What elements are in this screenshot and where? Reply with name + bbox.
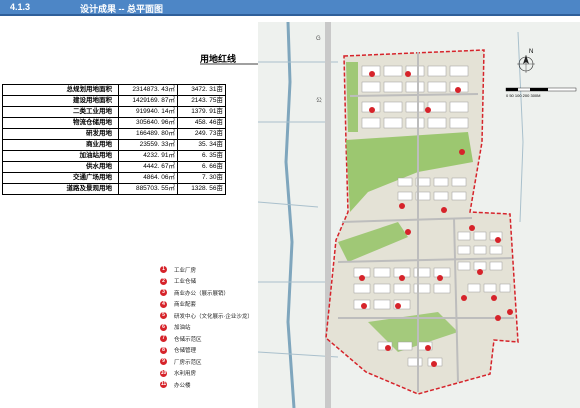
legend-label: 办公楼 xyxy=(174,382,191,389)
row-mu: 6. 66亩 xyxy=(177,161,226,173)
row-label: 商业用地 xyxy=(2,139,119,151)
scale-bar xyxy=(505,87,577,92)
legend-item: 7 仓储示范区 xyxy=(160,333,253,345)
table-row: 研发用地 166489. 80㎡ 249. 73亩 xyxy=(2,128,226,140)
scale-label: 0 50 100 200 300M xyxy=(506,93,540,98)
legend-label: 仓储管理 xyxy=(174,348,197,355)
legend-marker-icon: 10 xyxy=(160,369,167,377)
road-label-top: G xyxy=(316,36,321,42)
legend-marker-icon: 6 xyxy=(160,323,167,331)
legend-item: 4 商业配套 xyxy=(160,299,253,311)
legend-item: 11 办公楼 xyxy=(160,379,253,391)
red-line-callout: 用地红线 xyxy=(200,54,237,64)
legend-item: 1 工业厂房 xyxy=(160,264,253,276)
row-label: 二类工业用地 xyxy=(2,106,119,118)
legend-label: 水利用房 xyxy=(174,371,197,378)
legend-item: 10 水利用房 xyxy=(160,368,253,380)
row-mu: 1328. 56亩 xyxy=(177,183,226,195)
row-mu: 1379. 91亩 xyxy=(177,106,226,118)
row-label: 道路及景观用地 xyxy=(2,183,119,195)
legend-marker-icon: 3 xyxy=(160,289,167,297)
row-label: 总规划用地面积 xyxy=(2,84,119,96)
table-row: 供水用地 4442. 67㎡ 6. 66亩 xyxy=(2,161,226,173)
legend-label: 工业仓储 xyxy=(174,279,197,286)
row-mu: 35. 34亩 xyxy=(177,139,226,151)
row-label: 物流仓储用地 xyxy=(2,117,119,129)
legend-marker-icon: 2 xyxy=(160,277,167,285)
row-area: 1429169. 87㎡ xyxy=(118,95,178,107)
row-label: 研发用地 xyxy=(2,128,119,140)
legend-label: 商业配套 xyxy=(174,302,197,309)
legend-label: 工业厂房 xyxy=(174,267,197,274)
legend-item: 8 仓储管理 xyxy=(160,345,253,357)
row-mu: 2143. 75亩 xyxy=(177,95,226,107)
legend-marker-icon: 4 xyxy=(160,300,167,308)
table-row: 建设用地面积 1429169. 87㎡ 2143. 75亩 xyxy=(2,95,226,107)
legend-item: 9 厂房示范区 xyxy=(160,356,253,368)
legend-item: 2 工业仓储 xyxy=(160,276,253,288)
row-mu: 458. 46亩 xyxy=(177,117,226,129)
legend-label: 加油站 xyxy=(174,325,191,332)
header-bar: 4.1.3 设计成果 -- 总平面图 xyxy=(0,0,580,16)
row-area: 885703. 55㎡ xyxy=(118,183,178,195)
legend-marker-icon: 9 xyxy=(160,358,167,366)
table-row: 加油站用地 4232. 91㎡ 6. 35亩 xyxy=(2,150,226,162)
legend-item: 5 研发中心（文化展示·企业沙龙） xyxy=(160,310,253,322)
row-label: 加油站用地 xyxy=(2,150,119,162)
table-row: 总规划用地面积 2314873. 43㎡ 3472. 31亩 xyxy=(2,84,226,96)
table-row: 二类工业用地 919940. 14㎡ 1379. 91亩 xyxy=(2,106,226,118)
row-mu: 249. 73亩 xyxy=(177,128,226,140)
table-row: 道路及景观用地 885703. 55㎡ 1328. 56亩 xyxy=(2,183,226,195)
north-label: N xyxy=(529,49,533,55)
table-row: 商业用地 23559. 33㎡ 35. 34亩 xyxy=(2,139,226,151)
row-mu: 6. 35亩 xyxy=(177,150,226,162)
row-mu: 7. 30亩 xyxy=(177,172,226,184)
legend-item: 6 加油站 xyxy=(160,322,253,334)
land-use-table: 总规划用地面积 2314873. 43㎡ 3472. 31亩 建设用地面积 142916… xyxy=(2,84,226,195)
table-row: 交通广场用地 4864. 06㎡ 7. 30亩 xyxy=(2,172,226,184)
row-label: 建设用地面积 xyxy=(2,95,119,107)
row-area: 305640. 96㎡ xyxy=(118,117,178,129)
row-area: 4864. 06㎡ xyxy=(118,172,178,184)
legend-marker-icon: 7 xyxy=(160,335,167,343)
row-area: 166489. 80㎡ xyxy=(118,128,178,140)
legend-marker-icon: 8 xyxy=(160,346,167,354)
legend-marker-icon: 1 xyxy=(160,266,167,274)
legend: 1 工业厂房 2 工业仓储 3 商业办公（展示展销） 4 商业配套 5 研发中心（文化展示·企业沙… xyxy=(160,264,253,391)
legend-marker-icon: 11 xyxy=(160,381,167,389)
legend-label: 厂房示范区 xyxy=(174,359,202,366)
legend-label: 研发中心（文化展示·企业沙龙） xyxy=(174,313,253,320)
header-stripe xyxy=(0,14,580,16)
row-area: 919940. 14㎡ xyxy=(118,106,178,118)
row-label: 供水用地 xyxy=(2,161,119,173)
row-area: 4232. 91㎡ xyxy=(118,150,178,162)
legend-label: 商业办公（展示展销） xyxy=(174,290,230,297)
row-label: 交通广场用地 xyxy=(2,172,119,184)
row-area: 2314873. 43㎡ xyxy=(118,84,178,96)
legend-item: 3 商业办公（展示展销） xyxy=(160,287,253,299)
road-label: 公 xyxy=(316,97,322,104)
legend-marker-icon: 5 xyxy=(160,312,167,320)
row-area: 4442. 67㎡ xyxy=(118,161,178,173)
section-number: 4.1.3 xyxy=(10,2,31,12)
green-strip-west xyxy=(346,62,358,132)
row-mu: 3472. 31亩 xyxy=(177,84,226,96)
master-plan-map: G 公 N 0 50 100 200 300M xyxy=(258,22,580,408)
table-row: 物流仓储用地 305640. 96㎡ 458. 46亩 xyxy=(2,117,226,129)
row-area: 23559. 33㎡ xyxy=(118,139,178,151)
legend-label: 仓储示范区 xyxy=(174,336,202,343)
